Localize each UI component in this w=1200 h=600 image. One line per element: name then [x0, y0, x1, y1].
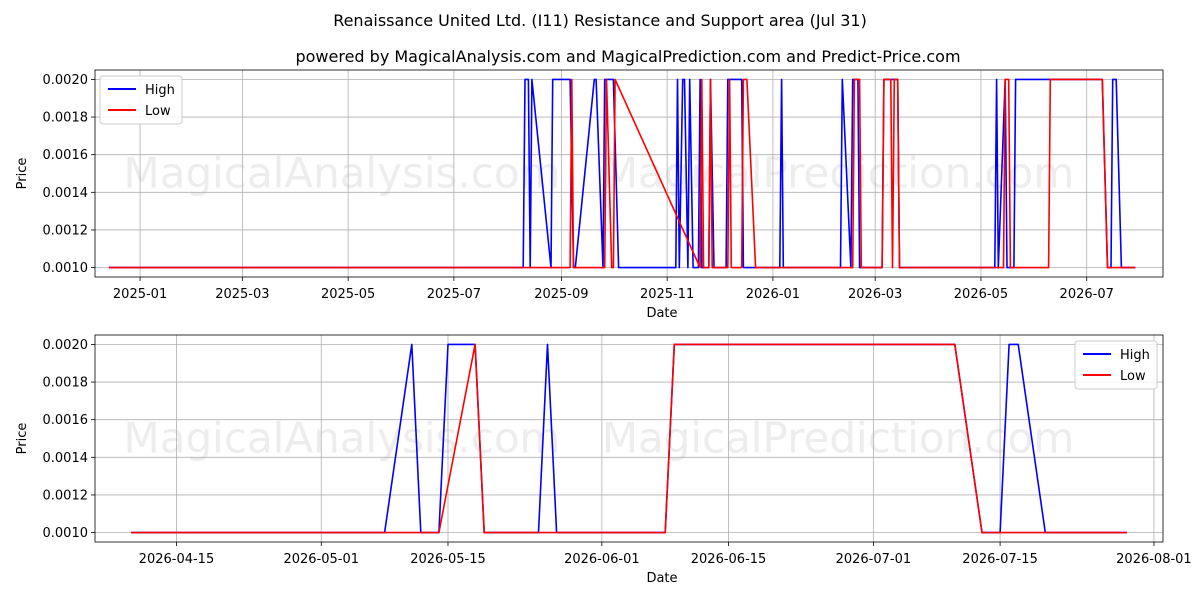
chart-title: Renaissance United Ltd. (I11) Resistance…: [333, 11, 867, 30]
watermark-text: MagicalAnalysis.com: [124, 414, 561, 463]
x-tick-label: 2025-09: [534, 287, 588, 302]
y-tick-label: 0.0018: [43, 111, 89, 126]
y-tick-label: 0.0016: [43, 148, 89, 163]
chart-panel-overview: MagicalAnalysis.com MagicalPrediction.com…: [15, 69, 1164, 321]
y-tick-label: 0.0014: [43, 451, 89, 466]
y-axis-label: Price: [15, 158, 30, 190]
x-tick-label: 2025-07: [427, 287, 481, 302]
chart-canvas: Renaissance United Ltd. (I11) Resistance…: [15, 11, 1192, 586]
x-tick-label: 2026-06-15: [691, 552, 767, 567]
watermark-text: MagicalPrediction.com: [602, 149, 1075, 198]
x-axis-label: Date: [646, 571, 677, 586]
x-tick-label: 2025-01: [113, 287, 167, 302]
y-tick-label: 0.0014: [43, 186, 89, 201]
x-tick-label: 2026-07-01: [836, 552, 912, 567]
x-tick-label: 2026-04-15: [139, 552, 215, 567]
x-tick-label: 2026-06-01: [564, 552, 640, 567]
x-tick-label: 2026-08-01: [1116, 552, 1192, 567]
legend-label-high: High: [145, 83, 175, 98]
y-tick-label: 0.0010: [43, 261, 89, 276]
watermark-text: MagicalAnalysis.com: [124, 149, 561, 198]
x-tick-label: 2026-07: [1060, 287, 1114, 302]
chart-figure: Renaissance United Ltd. (I11) Resistance…: [0, 0, 1200, 600]
chart-subtitle: powered by MagicalAnalysis.com and Magic…: [295, 47, 960, 66]
x-tick-label: 2025-05: [321, 287, 375, 302]
legend-label-low: Low: [145, 104, 171, 119]
legend-label-high: High: [1120, 348, 1150, 363]
x-tick-label: 2026-05: [954, 287, 1008, 302]
x-tick-label: 2025-03: [215, 287, 269, 302]
x-tick-label: 2026-01: [746, 287, 800, 302]
legend-label-low: Low: [1120, 369, 1146, 384]
x-tick-label: 2026-05-15: [410, 552, 486, 567]
x-tick-label: 2025-11: [640, 287, 694, 302]
y-tick-label: 0.0020: [43, 338, 89, 353]
x-tick-label: 2026-05-01: [283, 552, 359, 567]
y-axis-label: Price: [15, 423, 30, 455]
y-tick-label: 0.0018: [43, 376, 89, 391]
x-tick-label: 2026-07-15: [962, 552, 1038, 567]
x-axis-label: Date: [646, 306, 677, 321]
y-tick-label: 0.0010: [43, 526, 89, 541]
chart-panel-zoom: MagicalAnalysis.com MagicalPrediction.com…: [15, 334, 1192, 586]
y-tick-label: 0.0012: [43, 488, 89, 503]
x-tick-label: 2026-03: [848, 287, 902, 302]
y-tick-label: 0.0020: [43, 73, 89, 88]
y-tick-label: 0.0012: [43, 223, 89, 238]
y-tick-label: 0.0016: [43, 413, 89, 428]
